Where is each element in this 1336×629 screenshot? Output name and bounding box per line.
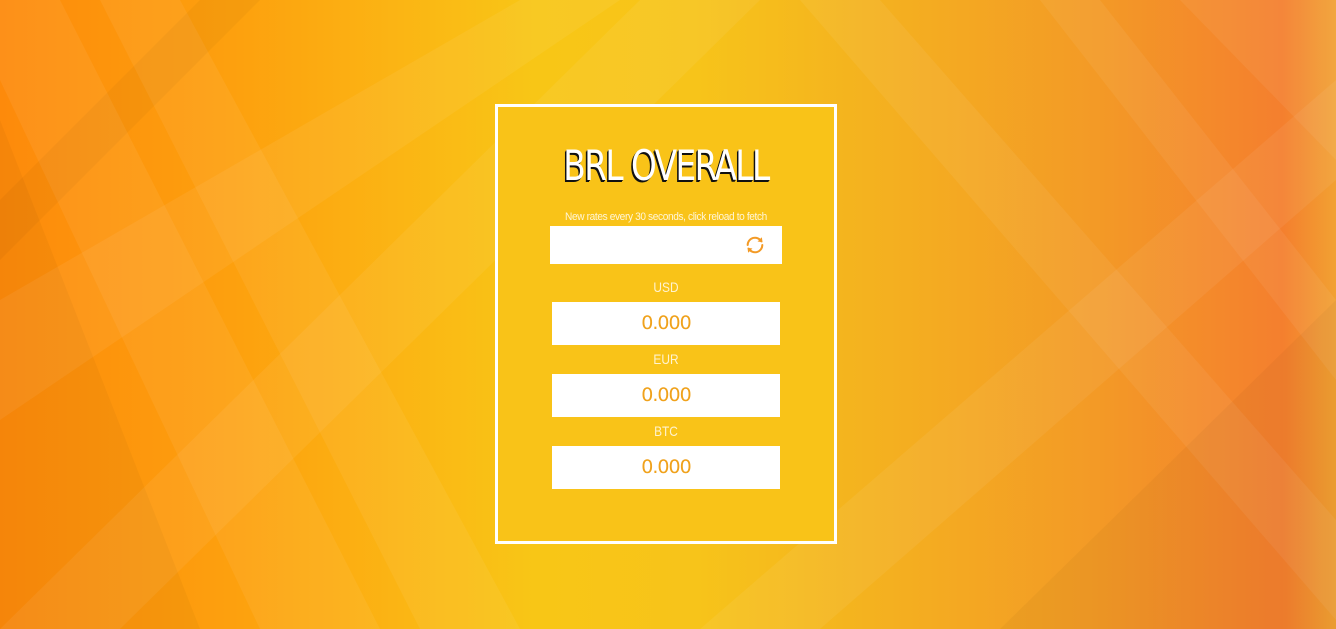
btc-value-field[interactable]: 0.000 — [552, 446, 780, 489]
converter-card: BRL OVERALL New rates every 30 seconds, … — [495, 104, 837, 544]
eur-label: EUR — [653, 351, 679, 367]
reload-bar — [550, 226, 782, 264]
refresh-icon — [746, 236, 764, 254]
refresh-hint: New rates every 30 seconds, click reload… — [565, 211, 767, 223]
eur-value-field[interactable]: 0.000 — [552, 374, 780, 417]
reload-button[interactable] — [744, 234, 766, 256]
page-title: BRL OVERALL — [563, 141, 770, 190]
usd-label: USD — [653, 279, 679, 295]
usd-value-field[interactable]: 0.000 — [552, 302, 780, 345]
btc-label: BTC — [654, 423, 678, 439]
